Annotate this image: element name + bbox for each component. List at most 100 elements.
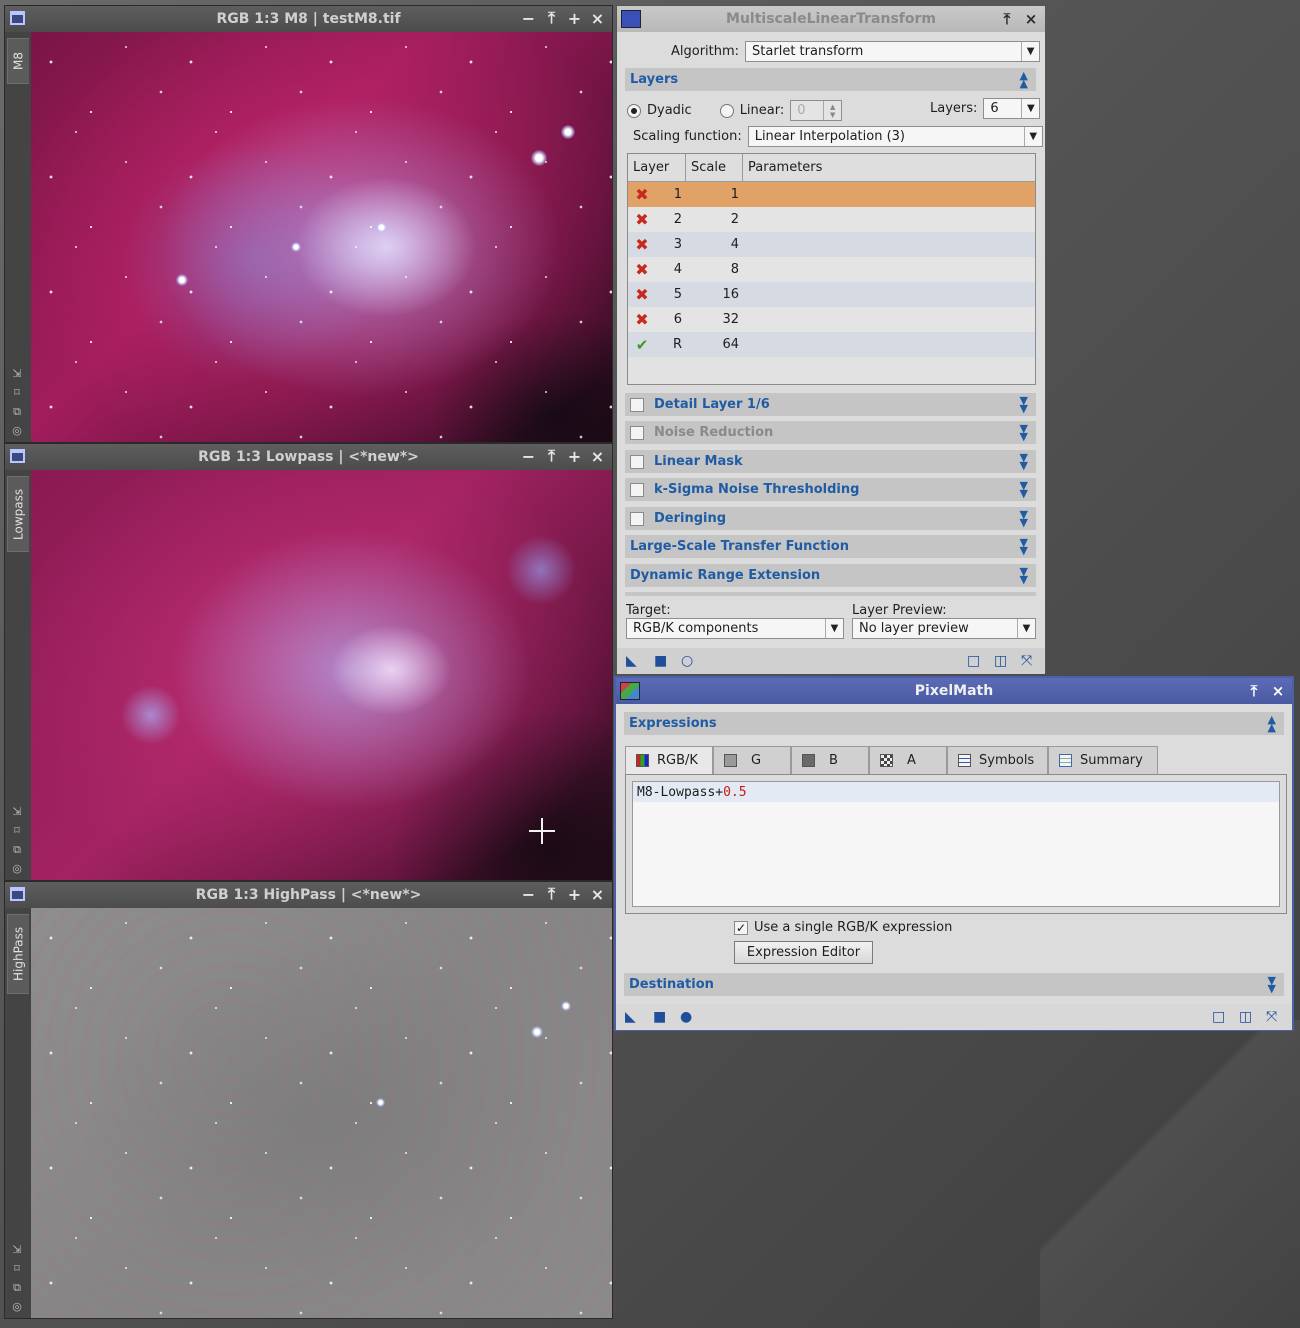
view-id-tab[interactable]: Lowpass xyxy=(7,476,29,552)
spinner-icon[interactable]: ▲ ▼ xyxy=(823,101,841,120)
expand-icon[interactable]: ▼ ▼ xyxy=(1020,509,1028,528)
apply-icon[interactable]: ■ xyxy=(653,1009,666,1025)
window-icon[interactable] xyxy=(10,11,25,25)
target-select[interactable]: RGB/K components ▼ xyxy=(626,618,844,639)
dropdown-arrow-icon[interactable]: ▼ xyxy=(1023,127,1042,146)
fit-view-icon[interactable]: ⇲ xyxy=(10,1243,24,1257)
expression-line[interactable]: M8-Lowpass+ 0.5 xyxy=(633,782,1279,802)
enabled-check-icon[interactable]: ✔ xyxy=(628,336,656,354)
image-window-lowpass[interactable]: RGB 1:3 Lowpass | <*new*> − ⤒ + × Lowpas… xyxy=(4,443,613,881)
column-header-scale[interactable]: Scale xyxy=(686,154,743,181)
table-row[interactable]: ✖ 3 4 xyxy=(628,232,1035,257)
ksigma-checkbox[interactable] xyxy=(630,482,644,497)
table-row[interactable]: ✔ R 64 xyxy=(628,332,1035,357)
target-icon[interactable]: ◎ xyxy=(10,862,24,876)
linear-mask-section[interactable]: Linear Mask ▼ ▼ xyxy=(625,450,1036,473)
zoom-icon[interactable]: ⌑ xyxy=(10,824,24,838)
process-icon[interactable] xyxy=(620,682,640,700)
window-titlebar[interactable]: RGB 1:3 M8 | testM8.tif − ⤒ + × xyxy=(5,6,612,32)
pixelmath-process-window[interactable]: PixelMath ⤒ × Expressions ▲ ▲ RGB/K G B A… xyxy=(614,676,1294,1031)
shade-icon[interactable]: ⤒ xyxy=(543,446,560,465)
collapse-icon[interactable]: ▲ ▲ xyxy=(1020,70,1028,89)
close-icon[interactable]: × xyxy=(589,447,606,466)
clone-icon[interactable]: ⧉ xyxy=(10,405,24,419)
noise-reduction-checkbox[interactable] xyxy=(630,425,644,440)
tab-rgbk[interactable]: RGB/K xyxy=(625,746,713,774)
ksigma-section[interactable]: k-Sigma Noise Thresholding ▼ ▼ xyxy=(625,478,1036,501)
apply-global-icon[interactable]: ● xyxy=(680,1009,692,1025)
tab-a[interactable]: A xyxy=(869,746,947,774)
process-titlebar[interactable]: PixelMath ⤒ × xyxy=(616,678,1292,704)
layers-count-select[interactable]: 6 ▼ xyxy=(983,98,1041,119)
layers-section-header[interactable]: Layers ▲ ▲ xyxy=(625,68,1036,91)
column-header-parameters[interactable]: Parameters xyxy=(743,154,1035,181)
view-id-tab[interactable]: HighPass xyxy=(7,914,29,994)
expand-icon[interactable]: ▼ ▼ xyxy=(1020,452,1028,471)
disabled-x-icon[interactable]: ✖ xyxy=(628,235,656,254)
table-row[interactable]: ✖ 6 32 xyxy=(628,307,1035,332)
mlt-process-window[interactable]: MultiscaleLinearTransform ⤒ × Algorithm:… xyxy=(616,5,1046,674)
expand-icon[interactable]: ▼ ▼ xyxy=(1020,480,1028,499)
detail-layer-section[interactable]: Detail Layer 1/6 ▼ ▼ xyxy=(625,393,1036,416)
window-icon[interactable] xyxy=(10,887,25,901)
dynamic-range-section[interactable]: Dynamic Range Extension ▼ ▼ xyxy=(625,564,1036,587)
shade-icon[interactable]: ⤒ xyxy=(1246,682,1262,700)
maximize-icon[interactable]: + xyxy=(566,447,583,466)
new-instance-icon[interactable]: ◣ xyxy=(626,653,637,669)
algorithm-select[interactable]: Starlet transform ▼ xyxy=(745,41,1041,62)
dyadic-radio[interactable] xyxy=(627,103,641,118)
tab-symbols[interactable]: Symbols xyxy=(947,746,1048,774)
expand-icon[interactable]: ▼ ▼ xyxy=(1020,566,1028,585)
table-row[interactable]: ✖ 5 16 xyxy=(628,282,1035,307)
fit-view-icon[interactable]: ⇲ xyxy=(10,805,24,819)
deringing-section[interactable]: Deringing ▼ ▼ xyxy=(625,507,1036,530)
apply-icon[interactable]: ■ xyxy=(654,653,667,669)
shade-icon[interactable]: ⤒ xyxy=(999,10,1015,28)
close-icon[interactable]: × xyxy=(589,885,606,904)
target-icon[interactable]: ◎ xyxy=(10,1300,24,1314)
preview-icon[interactable]: □ xyxy=(1212,1009,1225,1025)
dropdown-arrow-icon[interactable]: ▼ xyxy=(825,619,843,638)
documentation-icon[interactable]: ◫ xyxy=(994,653,1007,669)
column-header-layer[interactable]: Layer xyxy=(628,154,686,181)
expand-icon[interactable]: ▼ ▼ xyxy=(1020,423,1028,442)
process-icon[interactable] xyxy=(621,10,641,28)
table-row[interactable]: ✖ 1 1 xyxy=(628,182,1035,207)
single-expression-checkbox[interactable]: ✓ xyxy=(734,920,748,935)
scaling-select[interactable]: Linear Interpolation (3) ▼ xyxy=(747,126,1043,147)
close-icon[interactable]: × xyxy=(589,9,606,28)
window-icon[interactable] xyxy=(10,449,25,463)
disabled-x-icon[interactable]: ✖ xyxy=(628,210,656,229)
layers-table[interactable]: Layer Scale Parameters ✖ 1 1 ✖ 2 2 ✖ 3 4 ✖ 4 xyxy=(627,153,1036,385)
collapse-icon[interactable]: ▲ ▲ xyxy=(1268,714,1276,733)
dropdown-arrow-icon[interactable]: ▼ xyxy=(1021,99,1039,118)
noise-reduction-section[interactable]: Noise Reduction ▼ ▼ xyxy=(625,421,1036,444)
expand-icon[interactable]: ▼ ▼ xyxy=(1020,537,1028,556)
clone-icon[interactable]: ⧉ xyxy=(10,1281,24,1295)
image-canvas[interactable] xyxy=(31,908,612,1318)
expressions-section-header[interactable]: Expressions ▲ ▲ xyxy=(624,712,1284,735)
expression-editor-button[interactable]: Expression Editor xyxy=(734,941,873,964)
table-row[interactable]: ✖ 4 8 xyxy=(628,257,1035,282)
zoom-icon[interactable]: ⌑ xyxy=(10,386,24,400)
tab-b[interactable]: B xyxy=(791,746,869,774)
reset-icon[interactable]: ⤧ xyxy=(1266,1009,1277,1025)
apply-global-icon[interactable]: ○ xyxy=(681,653,693,669)
disabled-x-icon[interactable]: ✖ xyxy=(628,310,656,329)
process-titlebar[interactable]: MultiscaleLinearTransform ⤒ × xyxy=(617,6,1045,32)
close-icon[interactable]: × xyxy=(1023,10,1039,28)
destination-section-header[interactable]: Destination ▼ ▼ xyxy=(624,973,1284,996)
linear-mask-checkbox[interactable] xyxy=(630,454,644,469)
image-canvas[interactable] xyxy=(31,470,612,880)
disabled-x-icon[interactable]: ✖ xyxy=(628,185,656,204)
close-icon[interactable]: × xyxy=(1270,682,1286,700)
dropdown-arrow-icon[interactable]: ▼ xyxy=(1017,619,1035,638)
image-canvas[interactable] xyxy=(31,32,612,442)
deringing-checkbox[interactable] xyxy=(630,511,644,526)
expand-icon[interactable]: ▼ ▼ xyxy=(1020,395,1028,414)
dropdown-arrow-icon[interactable]: ▼ xyxy=(1021,42,1039,61)
expression-editor[interactable]: M8-Lowpass+ 0.5 xyxy=(625,774,1287,914)
maximize-icon[interactable]: + xyxy=(566,885,583,904)
minimize-icon[interactable]: − xyxy=(520,447,537,466)
reset-icon[interactable]: ⤧ xyxy=(1021,653,1032,669)
